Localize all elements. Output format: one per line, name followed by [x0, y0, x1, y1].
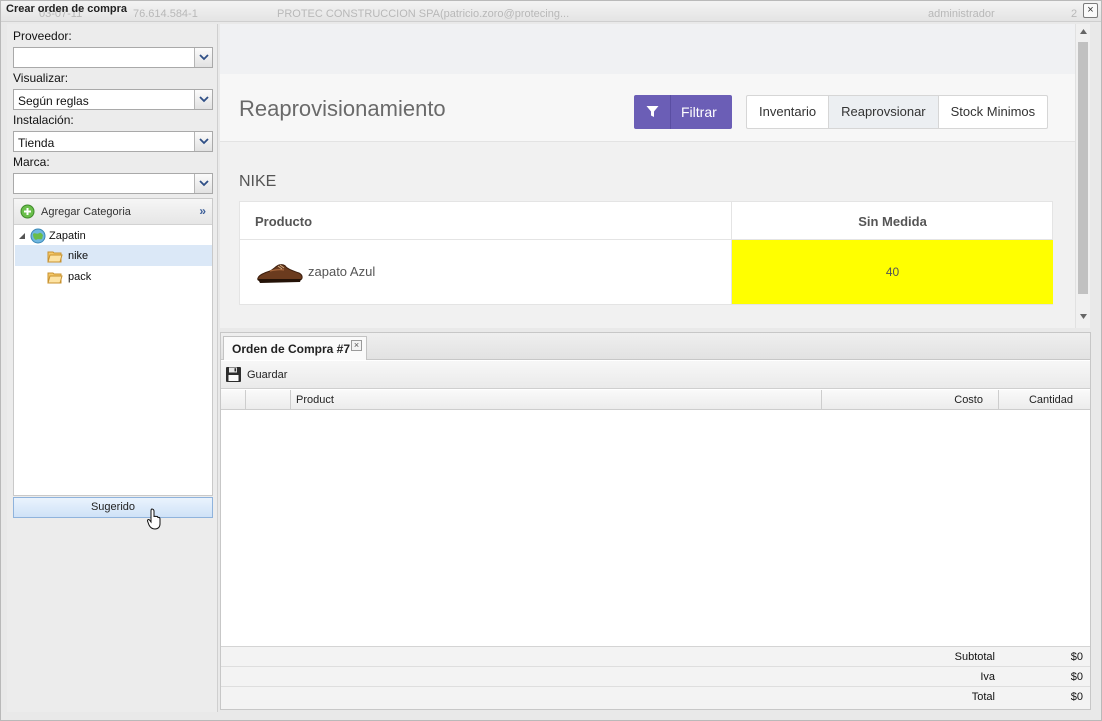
quantity-cell[interactable]: 40	[732, 240, 1053, 304]
tree-node-zapatin[interactable]: Zapatin	[18, 226, 208, 246]
column-header-label: Cantidad	[1028, 394, 1073, 406]
marca-combobox[interactable]	[13, 173, 213, 194]
replenishment-view: Reaprovisionamiento Filtrar Inventario R…	[220, 24, 1090, 328]
add-category-label[interactable]: Agregar Categoria	[41, 206, 131, 218]
grid-col-blank-2	[246, 390, 291, 410]
instalacion-label: Instalación:	[13, 113, 74, 127]
grid-col-product[interactable]: Product	[291, 390, 822, 410]
collapse-triangle-icon	[19, 233, 25, 239]
iva-row: Iva $0	[221, 667, 1090, 687]
grid-col-cantidad[interactable]: Cantidad	[999, 390, 1090, 410]
proveedor-label: Proveedor:	[13, 29, 72, 43]
tree-node-pack[interactable]: pack	[44, 267, 204, 287]
window-title: Crear orden de compra	[6, 3, 128, 15]
iva-value: $0	[1070, 671, 1083, 683]
tree-node-nike[interactable]: nike	[44, 246, 204, 266]
filter-button[interactable]: Filtrar	[634, 95, 732, 129]
tree-node-label: nike	[68, 250, 89, 262]
marca-dropdown-arrow[interactable]	[194, 174, 212, 193]
proveedor-dropdown-arrow[interactable]	[194, 48, 212, 67]
totals-section: Subtotal $0 Iva $0 Total $0	[221, 646, 1090, 709]
proveedor-combobox[interactable]	[13, 47, 213, 68]
page-header: Reaprovisionamiento Filtrar Inventario R…	[220, 74, 1075, 142]
tree-node-label: pack	[68, 271, 92, 283]
filter-panel: Proveedor: Visualizar: Según reglas Inst…	[7, 24, 218, 712]
visualizar-combobox[interactable]: Según reglas	[13, 89, 213, 110]
tab-close-icon[interactable]: ×	[351, 340, 362, 351]
plus-circle-icon	[20, 204, 35, 219]
scroll-up-icon[interactable]	[1080, 29, 1087, 34]
globe-icon	[30, 228, 46, 244]
scrollbar-thumb[interactable]	[1078, 42, 1088, 294]
top-band	[220, 24, 1075, 74]
marca-label: Marca:	[13, 155, 50, 169]
instalacion-combobox[interactable]: Tienda	[13, 131, 213, 152]
tab-orden-compra[interactable]: Orden de Compra #7 ×	[223, 336, 367, 360]
visualizar-value: Según reglas	[18, 94, 89, 108]
order-tabstrip: Orden de Compra #7 ×	[221, 333, 1090, 360]
suggest-button[interactable]: Sugerido	[13, 497, 213, 518]
window-close-button[interactable]: ×	[1083, 3, 1098, 18]
instalacion-value: Tienda	[18, 136, 55, 150]
order-grid-header: Product Costo Cantidad	[221, 390, 1090, 410]
total-label: Total	[971, 691, 995, 703]
subtotal-label: Subtotal	[954, 651, 995, 663]
vertical-scrollbar[interactable]	[1075, 24, 1090, 328]
total-value: $0	[1070, 691, 1083, 703]
floppy-disk-icon	[226, 367, 241, 382]
order-grid-body[interactable]	[221, 411, 1090, 645]
hand-cursor-icon	[147, 508, 161, 530]
view-tab-group: Inventario Reaprovsionar Stock Minimos	[746, 95, 1049, 129]
background-rut-text: 76.614.584-1	[133, 8, 198, 20]
column-header-label: Costo	[954, 394, 983, 406]
background-extra-text: 2	[1071, 8, 1078, 20]
filter-button-label: Filtrar	[681, 104, 717, 120]
purchase-order-window: 03-07-11 76.614.584-1 PROTEC CONSTRUCCIO…	[0, 0, 1102, 721]
iva-label: Iva	[980, 671, 995, 683]
category-tree-panel: Agregar Categoria » Zapatin nike pack	[13, 198, 213, 496]
grid-col-blank-1	[221, 390, 246, 410]
tab-reaprovisionar[interactable]: Reaprovsionar	[829, 96, 939, 128]
funnel-icon	[646, 106, 659, 117]
scroll-down-icon[interactable]	[1080, 314, 1087, 319]
product-table: Producto Sin Medida zapato Azul 40	[239, 201, 1053, 305]
header-producto: Producto	[255, 214, 313, 229]
subtotal-value: $0	[1070, 651, 1083, 663]
chevron-down-icon	[199, 180, 209, 187]
page-title: Reaprovisionamiento	[239, 96, 446, 121]
total-row: Total $0	[221, 687, 1090, 707]
chevron-down-icon	[199, 54, 209, 61]
chevron-down-icon	[199, 96, 209, 103]
folder-icon	[47, 251, 63, 263]
tree-node-label: Zapatin	[49, 230, 86, 242]
purchase-order-panel: Orden de Compra #7 × Guardar Product Cos…	[220, 332, 1091, 710]
save-label: Guardar	[247, 369, 288, 381]
subtotal-row: Subtotal $0	[221, 647, 1090, 667]
expand-panel-icon[interactable]: »	[199, 204, 206, 218]
add-category-header[interactable]: Agregar Categoria »	[14, 199, 212, 225]
tab-inventario[interactable]: Inventario	[747, 96, 830, 128]
visualizar-dropdown-arrow[interactable]	[194, 90, 212, 109]
save-button[interactable]: Guardar	[221, 361, 296, 388]
background-user-text: administrador	[928, 8, 995, 20]
product-name[interactable]: zapato Azul	[308, 264, 375, 279]
chevron-down-icon	[199, 138, 209, 145]
filter-button-separator	[670, 95, 671, 129]
tab-label: Orden de Compra #7	[232, 342, 351, 356]
column-header-label: Product	[296, 394, 334, 406]
visualizar-label: Visualizar:	[13, 71, 69, 85]
background-company-text: PROTEC CONSTRUCCION SPA(patricio.zoro@pr…	[277, 8, 570, 20]
tab-stock-minimos[interactable]: Stock Minimos	[939, 96, 1048, 128]
brand-title: NIKE	[239, 173, 277, 190]
instalacion-dropdown-arrow[interactable]	[194, 132, 212, 151]
grid-col-costo[interactable]: Costo	[822, 390, 999, 410]
shoe-image	[257, 264, 303, 283]
folder-icon	[47, 272, 63, 284]
header-sin-medida: Sin Medida	[858, 214, 927, 229]
order-toolbar: Guardar	[221, 361, 1090, 389]
title-bar: 03-07-11 76.614.584-1 PROTEC CONSTRUCCIO…	[1, 1, 1101, 22]
